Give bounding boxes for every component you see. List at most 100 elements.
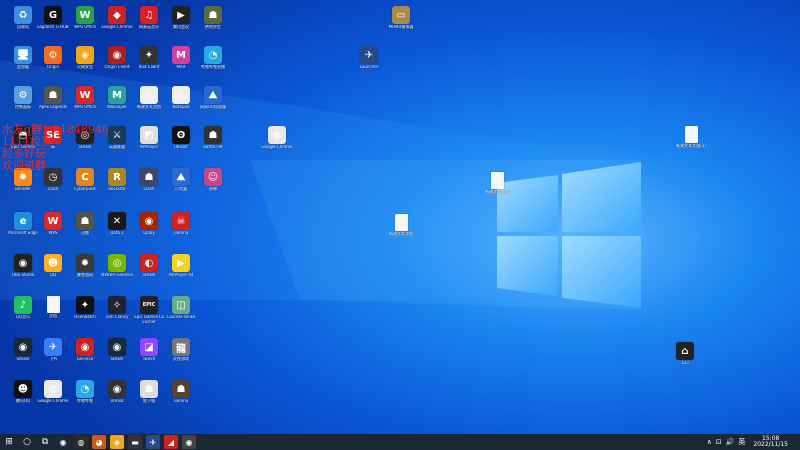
desktop-icon-twitch[interactable]: ◪ Twitch (134, 338, 164, 362)
desktop-icon-app50[interactable]: ✹ 暴雪战网 (70, 254, 100, 278)
desktop-icon-app10[interactable]: ⚙ Origin (38, 46, 68, 70)
desktop-icon-recycle[interactable]: ♻ 回收站 (8, 6, 38, 30)
desktop-icon-app30[interactable]: ☗ Battle.net (198, 126, 228, 150)
taskbar-app-tb-app6[interactable]: ✈ (146, 435, 160, 449)
taskbar-app-tb-app3[interactable]: ◕ (92, 435, 106, 449)
desktop-icon-app37[interactable]: ☗ Clash (134, 168, 164, 192)
desktop-icon-app15[interactable]: ◔ 哔哩哔哩直播 (198, 46, 228, 70)
input-method-icon[interactable]: 英 (738, 437, 745, 447)
desktop-icon-app22[interactable]: ▯ Notepad (166, 86, 196, 110)
desktop-icon-label: 原神 (209, 187, 217, 191)
network-icon[interactable]: ⊡ (716, 438, 722, 446)
app16-icon: ✈ (360, 46, 378, 64)
app53-icon: ▶ (172, 254, 190, 272)
desktop-icon-app5[interactable]: ♫ 网易云音乐 (134, 6, 164, 30)
desktop-icon-app16[interactable]: ✈ Launcher (354, 46, 384, 70)
volume-icon[interactable]: 🔊 (726, 438, 735, 446)
desktop-icon-app6[interactable]: ▶ 腾讯会议 (166, 6, 196, 30)
desktop-icon-app12[interactable]: ◉ Origin Client (102, 46, 132, 70)
app55-icon (46, 296, 60, 313)
desktop-icon-app45[interactable]: ◉ Uplay (134, 212, 164, 236)
desktop-icon-edge[interactable]: e Microsoft Edge (8, 212, 38, 236)
app44-icon: ✕ (108, 212, 126, 230)
clock[interactable]: 15:08 2022/11/15 (753, 436, 788, 448)
desktop-icon-app39[interactable]: ☺ 原神 (198, 168, 228, 192)
desktop-icon-app20[interactable]: M Wallpaper (102, 86, 132, 110)
desktop-icon-ctrl[interactable]: ⚙ 控制面板 (8, 86, 38, 110)
desktop-icon-home[interactable]: ⌂ 123 (670, 342, 700, 366)
desktop-icon-epic[interactable]: EPIC Epic Games Launcher (134, 296, 164, 324)
desktop-icon-app38[interactable]: ⛰ 小黑盒 (166, 168, 196, 192)
app50-icon: ✹ (76, 254, 94, 272)
desktop-icon-app28[interactable]: ◩ PotPlayer (134, 126, 164, 150)
desktop-icon-doc1[interactable]: 新建文本文档(2) (676, 126, 706, 149)
taskbar-app-tb-app4[interactable]: ◈ (110, 435, 124, 449)
start-button[interactable]: ⊞ (0, 434, 18, 450)
desktop-icon-net[interactable]: 🖥 此电脑 (8, 46, 38, 70)
search-button[interactable]: ○ (18, 434, 36, 450)
desktop-icon-doc3[interactable]: 新建文本文档 (386, 214, 416, 237)
desktop-icon-app43[interactable]: ☗ 迅雷 (70, 212, 100, 236)
desktop-icon-chrome[interactable]: ◍ Google Chrome (261, 126, 293, 150)
taskbar-app-tb-app5[interactable]: ▬ (128, 435, 142, 449)
tray-overflow-icon[interactable]: ∧ (707, 438, 712, 446)
gfx-icon: ◆ (108, 6, 126, 24)
taskbar-app-tb-app7[interactable]: ◢ (164, 435, 178, 449)
desktop-icon-app51[interactable]: ◎ NVIDIA GeForce (101, 254, 133, 278)
desktop-icon-app46[interactable]: ☠ Garena (166, 212, 196, 236)
desktop-icon-obs[interactable]: ◉ OBS Studio (8, 254, 38, 278)
app6-icon: ▶ (172, 6, 190, 24)
desktop-icon-app72[interactable]: ☗ Garena (166, 380, 196, 404)
qq-icon: ☻ (14, 380, 32, 398)
desktop-icon-app65[interactable]: 龍武侠游戏 (166, 338, 196, 362)
desktop-icon-app19[interactable]: W WPS Office (70, 86, 100, 110)
desktop-icon-steam[interactable]: ◉ Steam (8, 338, 38, 362)
desktop-icon-label: 地下城 (143, 399, 155, 403)
desktop-icon-app57[interactable]: ✧ Tom Clancy (102, 296, 132, 320)
desktop-icon-app55[interactable]: 文档 (38, 296, 68, 319)
desktop-icon-label: Origin (46, 65, 60, 69)
desktop-icon-app63[interactable]: ◉ Steam (102, 338, 132, 362)
desktop-icon-app68[interactable]: ◍ Google Chrome (37, 380, 69, 404)
desktop-icon-app61[interactable]: ✈ 飞书 (38, 338, 68, 362)
desktop-icon-app52[interactable]: ◐ Steam (134, 254, 164, 278)
desktop-icon-app71[interactable]: ☗ 地下城 (134, 380, 164, 404)
app62-icon: ◉ (76, 338, 94, 356)
desktop-icon-app29[interactable]: ʘ Ubisoft (166, 126, 196, 150)
desktop-icon-app53[interactable]: ▶ PotPlayer 64 (166, 254, 196, 278)
desktop-icon-app54[interactable]: ♪ QQ音乐 (8, 296, 38, 320)
app59-icon: ◫ (172, 296, 190, 314)
desktop-icon-app44[interactable]: ✕ Dota 2 (102, 212, 132, 236)
desktop-icon-label: Uplay (143, 231, 155, 235)
desktop-icon-label: 文档 (49, 314, 57, 318)
desktop-icon-wps[interactable]: W WPS Office (70, 6, 100, 30)
desktop-icon-app42[interactable]: W WPS (38, 212, 68, 236)
desktop-icon-app7[interactable]: ☗ 绝地求生 (198, 6, 228, 30)
desktop-icon-app62[interactable]: ◉ GeForce (70, 338, 100, 362)
desktop-icon-app69[interactable]: ◔ 哔哩哔哩 (70, 380, 100, 404)
desktop-icon-app56[interactable]: ✦ Overwatch (70, 296, 100, 320)
desktop-icon-app18[interactable]: ☗ Apex Legends (38, 86, 68, 110)
desktop-icon-app8[interactable]: ▭ MUMU模拟器 (386, 6, 416, 30)
desktop-icon-app59[interactable]: ◫ Counter-Strike (166, 296, 196, 320)
desktop-icon-app13[interactable]: ✦ Riot Client (134, 46, 164, 70)
taskbar-app-tb-steam[interactable]: ◉ (56, 435, 70, 449)
taskbar-app-tb-app8[interactable]: ◉ (182, 435, 196, 449)
app20-icon: M (108, 86, 126, 104)
taskbar-app-tb-chrome[interactable]: ◍ (74, 435, 88, 449)
desktop-icon-app11[interactable]: ◈ 火绒安全 (70, 46, 100, 70)
desktop-icon-label: 迅雷 (81, 231, 89, 235)
task-view-button[interactable]: ⧉ (36, 434, 54, 450)
desktop-icon-label: Rockstar (108, 187, 126, 191)
desktop-icon-logitech[interactable]: G Logitech G HUB (37, 6, 69, 30)
app69-icon: ◔ (76, 380, 94, 398)
desktop-icon-qq[interactable]: ☻ 腾讯QQ (8, 380, 38, 404)
desktop-icon-app23[interactable]: ⛰ 网易UU加速器 (198, 86, 228, 110)
desktop-icon-app49[interactable]: ☻ QQ (38, 254, 68, 278)
desktop-icon-app21[interactable]: ▯ 新建文本文档 (134, 86, 164, 110)
desktop-icon-app70[interactable]: ◉ Unreal (102, 380, 132, 404)
desktop-icon-app14[interactable]: M MAX (166, 46, 196, 70)
epic-icon: EPIC (140, 296, 158, 314)
desktop-icon-gfx[interactable]: ◆ Google Chrome (101, 6, 133, 30)
desktop-icon-doc2[interactable]: 新建文本文档 (482, 172, 512, 195)
